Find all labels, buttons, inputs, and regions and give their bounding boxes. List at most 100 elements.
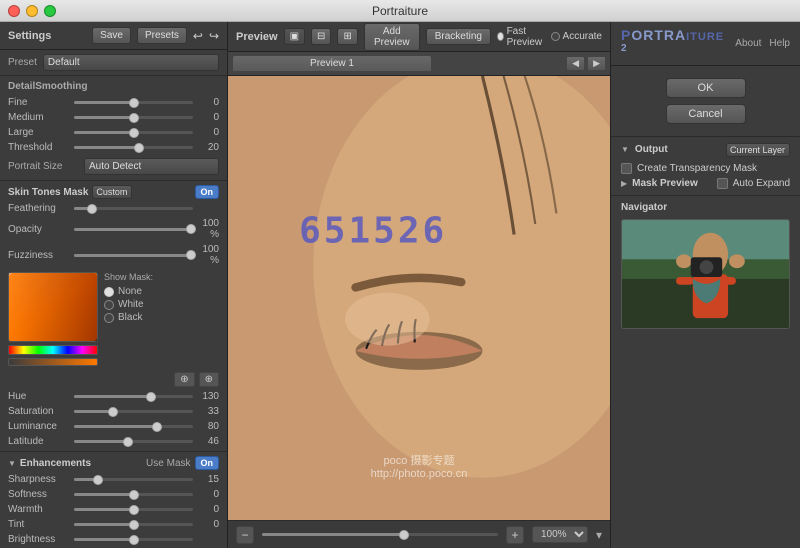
preview-nav: ◀ ▶ (566, 56, 606, 71)
eyedropper-row: ⊕ ⊕ (0, 370, 227, 389)
mask-none-radio[interactable] (104, 287, 114, 297)
latitude-value: 46 (197, 436, 219, 447)
alpha-strip[interactable] (8, 358, 98, 366)
luminance-label: Luminance (8, 421, 70, 432)
sharpness-value: 15 (197, 474, 219, 485)
mask-black-row[interactable]: Black (104, 312, 153, 323)
title-bar: Portraiture (0, 0, 800, 22)
brightness-track[interactable] (74, 538, 193, 541)
preset-select[interactable]: Default (43, 54, 219, 71)
view-single-icon[interactable]: ▣ (284, 28, 305, 45)
redo-icon[interactable]: ↪ (209, 29, 219, 43)
portrait-size-select[interactable]: Auto Detect (84, 158, 219, 175)
save-button[interactable]: Save (92, 27, 131, 44)
mask-black-radio[interactable] (104, 313, 114, 323)
luminance-track[interactable] (74, 425, 193, 428)
help-link[interactable]: Help (769, 38, 790, 49)
view-double-icon[interactable]: ⊟ (311, 28, 331, 45)
navigator-thumbnail[interactable] (621, 219, 790, 329)
ok-cancel-area: OK Cancel (611, 66, 800, 137)
softness-track[interactable] (74, 493, 193, 496)
undo-icon[interactable]: ↩ (193, 29, 203, 43)
warmth-label: Warmth (8, 504, 70, 515)
tint-value: 0 (197, 519, 219, 530)
enhancements-left: ▼ Enhancements (8, 458, 91, 469)
zoom-select[interactable]: 100% (532, 526, 588, 543)
preview-label: Preview (236, 31, 278, 43)
skin-tones-toggle[interactable]: On (195, 185, 220, 199)
mask-preview-triangle[interactable]: ▶ (621, 179, 627, 188)
fast-preview-radio[interactable] (497, 32, 504, 41)
large-value: 0 (197, 127, 219, 138)
auto-expand-checkbox[interactable] (717, 178, 728, 189)
presets-button[interactable]: Presets (137, 27, 187, 44)
add-preview-button[interactable]: Add Preview (364, 23, 420, 51)
saturation-track[interactable] (74, 410, 193, 413)
threshold-value: 20 (197, 142, 219, 153)
eyedropper-btn-2[interactable]: ⊕ (199, 372, 219, 387)
zoom-slider[interactable] (262, 533, 498, 536)
preset-row: Preset Default (0, 50, 227, 76)
minimize-button[interactable] (26, 5, 38, 17)
next-arrow[interactable]: ▶ (587, 56, 606, 71)
detail-smoothing-title: DetailSmoothing (0, 76, 227, 95)
accurate-radio[interactable] (551, 32, 560, 41)
opacity-label: Opacity (8, 224, 70, 235)
portraiture-iture: ITURE (686, 31, 724, 43)
fine-track[interactable] (74, 101, 193, 104)
tint-track[interactable] (74, 523, 193, 526)
output-select[interactable]: Current Layer (726, 143, 790, 157)
enhancements-toggle[interactable]: On (195, 456, 220, 470)
fuzziness-track[interactable] (74, 254, 193, 257)
mask-white-radio[interactable] (104, 300, 114, 310)
opacity-track[interactable] (74, 228, 193, 231)
zoom-dropdown-arrow[interactable]: ▾ (596, 528, 602, 542)
portraiture-logo: PORTRAITURE 2 (621, 27, 735, 60)
color-gradient[interactable] (8, 272, 98, 342)
eyedropper-btn-1[interactable]: ⊕ (174, 372, 194, 387)
threshold-track[interactable] (74, 146, 193, 149)
window-controls (8, 5, 56, 17)
maximize-button[interactable] (44, 5, 56, 17)
navigator-svg (622, 220, 789, 328)
warmth-track[interactable] (74, 508, 193, 511)
zoom-out-button[interactable]: − (236, 526, 254, 544)
skin-tones-dropdown[interactable]: Custom (92, 185, 132, 199)
latitude-track[interactable] (74, 440, 193, 443)
fuzziness-value: 100 % (197, 244, 219, 266)
fast-preview-label: Fast Preview (507, 26, 545, 48)
close-button[interactable] (8, 5, 20, 17)
sharpness-track[interactable] (74, 478, 193, 481)
sharpness-slider-row: Sharpness 15 (0, 472, 227, 487)
right-header: PORTRAITURE 2 About Help (611, 22, 800, 66)
hue-track[interactable] (74, 395, 193, 398)
opacity-value: 100 % (197, 218, 219, 240)
settings-title: Settings (8, 30, 86, 42)
feathering-track[interactable] (74, 207, 193, 210)
mask-white-row[interactable]: White (104, 299, 153, 310)
warmth-slider-row: Warmth 0 (0, 502, 227, 517)
view-triple-icon[interactable]: ⊞ (337, 28, 357, 45)
preset-label: Preset (8, 57, 37, 68)
ok-button[interactable]: OK (666, 78, 746, 98)
zoom-in-button[interactable]: + (506, 526, 524, 544)
hue-strip[interactable] (8, 345, 98, 355)
preview-tab-1[interactable]: Preview 1 (232, 55, 432, 72)
prev-arrow[interactable]: ◀ (566, 56, 585, 71)
cancel-button[interactable]: Cancel (666, 104, 746, 124)
about-link[interactable]: About (735, 38, 761, 49)
create-transparency-checkbox[interactable] (621, 163, 632, 174)
bracketing-button[interactable]: Bracketing (426, 28, 491, 45)
mask-none-row[interactable]: None (104, 286, 153, 297)
output-section: ▼ Output Current Layer Create Transparen… (611, 137, 800, 196)
brightness-label: Brightness (8, 534, 70, 545)
create-transparency-label: Create Transparency Mask (637, 163, 757, 174)
fast-preview-option: Fast Preview (497, 26, 545, 48)
right-links: About Help (735, 38, 790, 49)
saturation-slider-row: Saturation 33 (0, 404, 227, 419)
mask-white-label: White (118, 299, 144, 310)
left-header: Settings Save Presets ↩ ↪ (0, 22, 227, 50)
large-track[interactable] (74, 131, 193, 134)
medium-track[interactable] (74, 116, 193, 119)
sharpness-label: Sharpness (8, 474, 70, 485)
